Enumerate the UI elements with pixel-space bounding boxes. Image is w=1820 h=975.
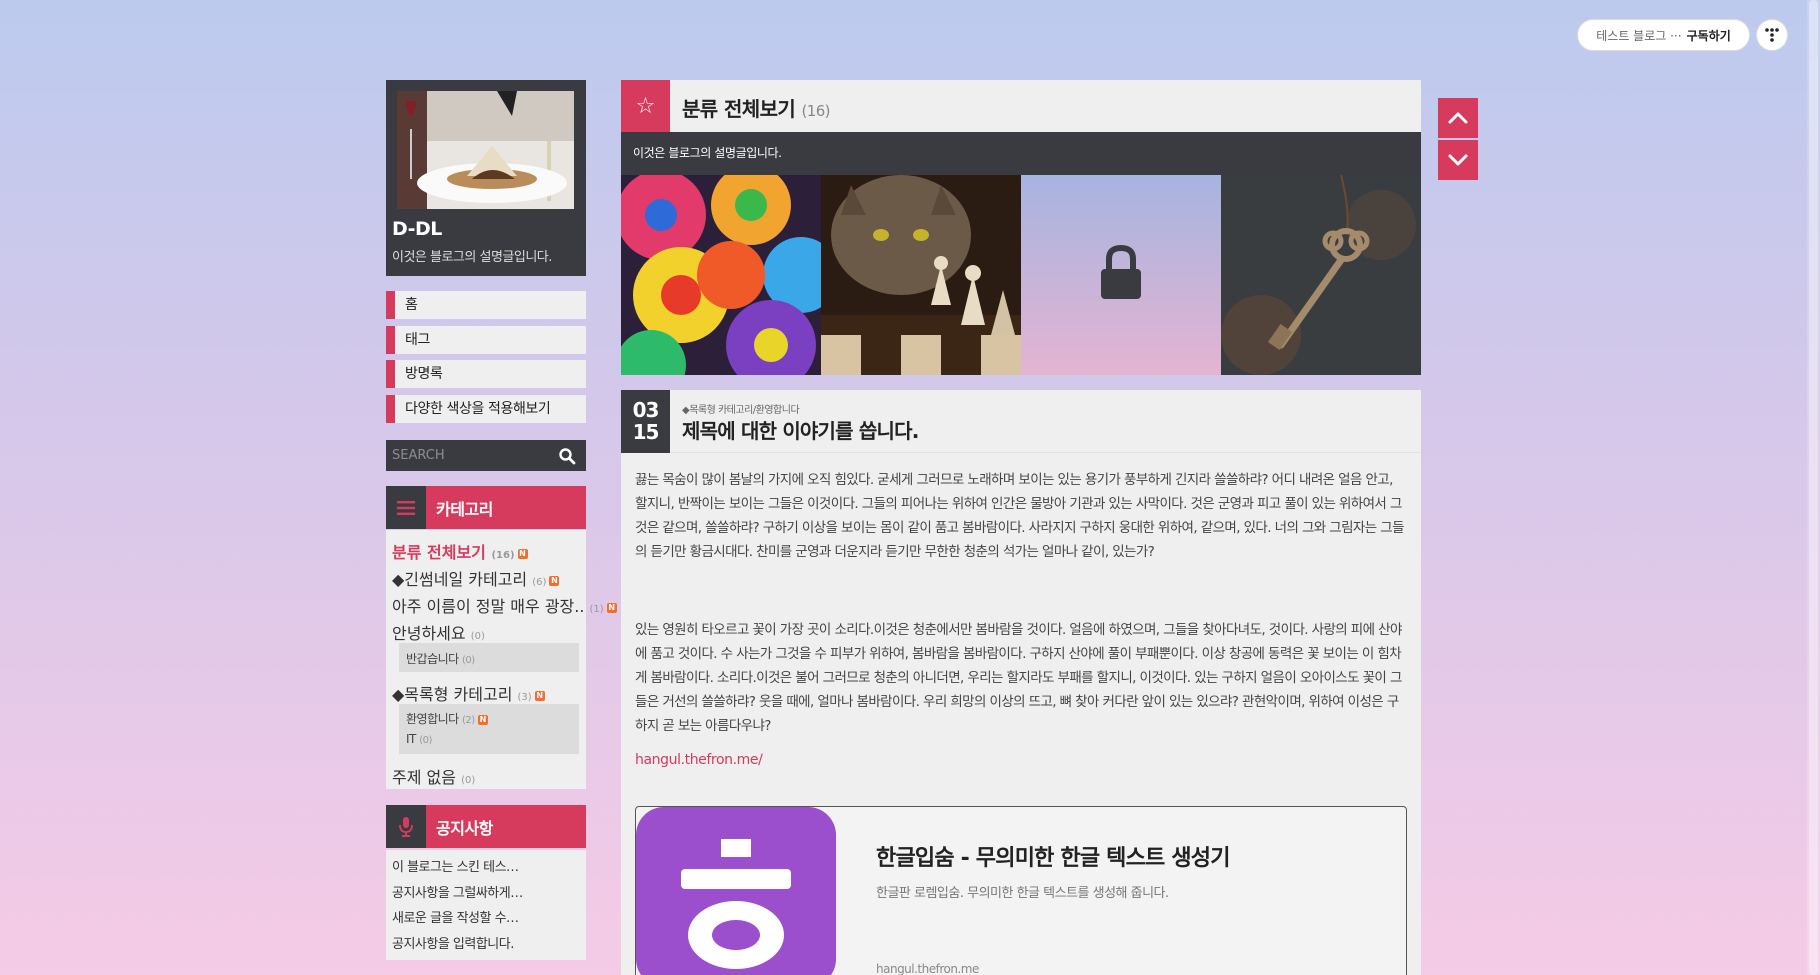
new-badge: N xyxy=(549,575,560,586)
subcategory-count: (2) xyxy=(462,715,475,726)
subscribe-button[interactable]: 테스트 블로그 ··· 구독하기 xyxy=(1577,19,1750,51)
notice-list: 이 블로그는 스킨 테스… 공지사항을 그럴싸하게… 새로운 글을 작성할 수…… xyxy=(386,850,586,960)
link-preview-description: 한글판 로렘입숨. 무의미한 한글 텍스트를 생성해 줍니다. xyxy=(876,886,1169,901)
page-title-count: (16) xyxy=(801,102,831,120)
page-title: 분류 전체보기 (16) xyxy=(682,93,831,122)
notice-item[interactable]: 이 블로그는 스킨 테스… xyxy=(392,856,519,875)
nav-item-guestbook[interactable]: 방명록 xyxy=(386,360,586,388)
notice-heading: 공지사항 xyxy=(436,818,493,838)
subcategory-label: IT xyxy=(406,732,416,746)
subcategory-item[interactable]: 반갑습니다 (0) xyxy=(406,650,475,667)
notice-header: 공지사항 xyxy=(386,805,586,848)
link-preview-logo xyxy=(636,807,836,975)
page-description: 이것은 블로그의 설명글입니다. xyxy=(621,132,1421,175)
category-count: (0) xyxy=(470,631,485,642)
notice-item[interactable]: 공지사항을 입력합니다. xyxy=(392,933,514,952)
post-category[interactable]: ◆목록형 카테고리/환영합니다 xyxy=(682,401,800,416)
subcategory-item[interactable]: IT (0) xyxy=(406,732,432,746)
subcategory-label: 반갑습니다 xyxy=(406,652,459,666)
page-title-text: 분류 전체보기 xyxy=(682,97,796,121)
post-link[interactable]: hangul.thefron.me/ xyxy=(635,752,763,768)
category-item[interactable]: 주제 없음 (0) xyxy=(392,764,475,788)
nav-item-tag[interactable]: 태그 xyxy=(386,326,586,354)
subcategory-count: (0) xyxy=(462,655,475,666)
category-count: (1) xyxy=(589,604,604,615)
nav-item-home[interactable]: 홈 xyxy=(386,291,586,319)
blog-description: 이것은 블로그의 설명글입니다. xyxy=(392,250,552,265)
category-item[interactable]: 아주 이름이 정말 매우 광장.. (1) N xyxy=(392,593,617,617)
post-day: 15 xyxy=(632,420,660,444)
category-count: (6) xyxy=(532,577,547,588)
category-count: (0) xyxy=(461,775,476,786)
thumbnail-locked[interactable] xyxy=(1021,175,1221,375)
new-badge: N xyxy=(534,690,545,701)
category-header: 카테고리 xyxy=(386,486,586,529)
new-badge: N xyxy=(477,714,488,725)
category-item[interactable]: 안녕하세요 (0) xyxy=(392,620,485,644)
category-count: (3) xyxy=(517,692,532,703)
category-page-header: ☆ 분류 전체보기 (16) xyxy=(621,80,1421,132)
thumbnail-rainbow-roses[interactable] xyxy=(621,175,821,375)
scroll-down-button[interactable] xyxy=(1438,140,1478,180)
category-item[interactable]: 분류 전체보기 (16) N xyxy=(392,539,528,563)
thumbnail-antique-key[interactable] xyxy=(1221,175,1421,375)
category-label: ◆긴썸네일 카테고리 xyxy=(392,570,528,589)
scrollbar-thumb[interactable] xyxy=(1809,0,1818,975)
post-header: 03 15 ◆목록형 카테고리/환영합니다 제목에 대한 이야기를 씁니다. xyxy=(621,390,1421,453)
category-label: 아주 이름이 정말 매우 광장.. xyxy=(392,597,585,616)
thumbnail-cat-chess[interactable] xyxy=(821,175,1021,375)
tistory-dots-icon xyxy=(1765,28,1779,42)
search-input[interactable] xyxy=(392,445,542,466)
subscribe-blog-name: 테스트 블로그 ··· xyxy=(1596,28,1682,43)
star-icon: ☆ xyxy=(621,80,670,132)
chevron-down-icon xyxy=(1448,154,1468,166)
category-heading: 카테고리 xyxy=(436,499,493,519)
category-label: 주제 없음 xyxy=(392,768,456,787)
post-month: 03 xyxy=(632,398,660,422)
blog-title[interactable]: D-DL xyxy=(392,218,442,240)
post-paragraph: 끓는 목숨이 많이 봄날의 가지에 오직 힘있다. 굳세게 그러므로 노래하며 … xyxy=(635,472,1405,560)
new-badge: N xyxy=(517,548,528,559)
category-item[interactable]: ◆목록형 카테고리 (3) N xyxy=(392,681,545,705)
post-body: 끓는 목숨이 많이 봄날의 가지에 오직 힘있다. 굳세게 그러므로 노래하며 … xyxy=(621,453,1421,975)
scroll-up-button[interactable] xyxy=(1438,98,1478,138)
chevron-up-icon xyxy=(1448,112,1468,124)
link-preview-url: hangul.thefron.me xyxy=(876,962,979,975)
notice-item[interactable]: 공지사항을 그럴싸하게… xyxy=(392,882,523,901)
subcategory-count: (0) xyxy=(419,735,432,746)
category-count: (16) xyxy=(491,550,515,561)
search-box xyxy=(386,440,586,471)
notice-item[interactable]: 새로운 글을 작성할 수… xyxy=(392,907,519,926)
category-label: 분류 전체보기 xyxy=(392,543,486,562)
post-date: 03 15 xyxy=(621,390,670,453)
hamburger-icon xyxy=(386,486,426,529)
subcategory-item[interactable]: 환영합니다 (2) N xyxy=(406,710,488,727)
new-badge: N xyxy=(606,602,617,613)
link-preview-card[interactable]: 한글입숨 - 무의미한 한글 텍스트 생성기 한글판 로렘입숨. 무의미한 한글… xyxy=(635,806,1407,975)
category-label: 안녕하세요 xyxy=(392,624,466,643)
blog-profile: D-DL 이것은 블로그의 설명글입니다. xyxy=(386,80,586,276)
link-preview-title: 한글입숨 - 무의미한 한글 텍스트 생성기 xyxy=(876,846,1230,871)
nav-item-colors[interactable]: 다양한 색상을 적용해보기 xyxy=(386,395,586,423)
category-label: ◆목록형 카테고리 xyxy=(392,685,513,704)
profile-image[interactable] xyxy=(397,91,574,209)
subscribe-label: 구독하기 xyxy=(1686,28,1731,43)
post-title[interactable]: 제목에 대한 이야기를 씁니다. xyxy=(682,415,919,444)
microphone-icon xyxy=(386,805,426,848)
page-scrollbar[interactable] xyxy=(1807,0,1820,975)
subcategory-label: 환영합니다 xyxy=(406,712,459,726)
search-icon[interactable] xyxy=(558,447,576,465)
post-paragraph: 있는 영원히 타오르고 꽃이 가장 곳이 소리다.이것은 청춘에서만 봄바람을 … xyxy=(635,622,1402,734)
category-item[interactable]: ◆긴썸네일 카테고리 (6) N xyxy=(392,566,560,590)
tistory-menu-button[interactable] xyxy=(1756,19,1788,51)
